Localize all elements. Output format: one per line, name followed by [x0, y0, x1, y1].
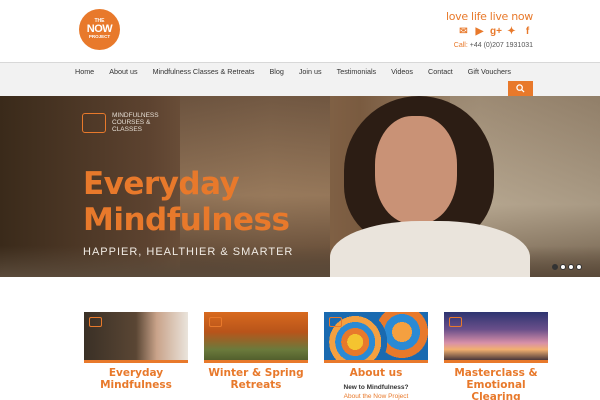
- meditation-icon: [82, 112, 106, 133]
- hero-badge: MINDFULNESS COURSES & CLASSES: [82, 112, 172, 133]
- card-title-line1: Winter & Spring: [208, 367, 304, 379]
- card-link[interactable]: About the Now Project: [324, 393, 428, 400]
- nav-item-home[interactable]: Home: [75, 67, 94, 77]
- slider-dot[interactable]: [568, 264, 574, 270]
- logo-line3: PROJECT: [88, 34, 111, 40]
- hero-title-line2: Mindfulness: [83, 202, 290, 238]
- card-title-line2: Emotional Clearing: [466, 379, 526, 400]
- card-image[interactable]: [204, 312, 308, 362]
- meditation-icon: [449, 317, 462, 327]
- nav-item-contact[interactable]: Contact: [428, 67, 453, 77]
- hero-subtitle: HAPPIER, HEALTHIER & SMARTER: [83, 246, 294, 258]
- card-image[interactable]: [84, 312, 188, 362]
- email-icon[interactable]: ✉: [458, 26, 469, 37]
- facebook-icon[interactable]: f: [522, 26, 533, 37]
- google-plus-icon[interactable]: g+: [490, 26, 502, 37]
- card-retreats[interactable]: Winter & Spring Retreats: [204, 310, 308, 400]
- card-title[interactable]: Everyday Mindfulness: [84, 367, 188, 391]
- slider-dot[interactable]: [560, 264, 566, 270]
- slider-dots: [552, 264, 582, 270]
- card-accent-bar: [444, 360, 548, 363]
- hero-title-line1: Everyday: [83, 166, 240, 202]
- youtube-icon[interactable]: ▶: [474, 26, 485, 37]
- card-title-line1: Masterclass &: [454, 367, 538, 379]
- nav-item-videos[interactable]: Videos: [391, 67, 413, 77]
- nav-item-testimonials[interactable]: Testimonials: [337, 67, 377, 77]
- hero-badge-text: MINDFULNESS COURSES & CLASSES: [112, 112, 159, 133]
- nav-item-join[interactable]: Join us: [299, 67, 322, 77]
- nav-item-gift-vouchers[interactable]: Gift Vouchers: [468, 67, 511, 77]
- card-title[interactable]: Masterclass & Emotional Clearing: [444, 367, 548, 400]
- card-title[interactable]: About us: [324, 367, 428, 379]
- nav-item-about[interactable]: About us: [109, 67, 137, 77]
- card-image[interactable]: [444, 312, 548, 362]
- nav-item-classes[interactable]: Mindfulness Classes & Retreats: [153, 67, 255, 77]
- phone-number[interactable]: +44 (0)207 1931031: [470, 42, 533, 49]
- meditation-icon: [329, 317, 342, 327]
- search-icon: [516, 84, 525, 93]
- nav-list: Home About us Mindfulness Classes & Retr…: [75, 67, 515, 77]
- site-header: THE NOW PROJECT love life live now ✉ ▶ g…: [0, 0, 600, 62]
- card-accent-bar: [204, 360, 308, 363]
- card-accent-bar: [324, 360, 428, 363]
- hero-title: Everyday Mindfulness: [83, 166, 290, 238]
- search-button[interactable]: [508, 81, 533, 96]
- main-nav: Home About us Mindfulness Classes & Retr…: [0, 62, 600, 96]
- card-masterclass[interactable]: Masterclass & Emotional Clearing: [444, 310, 548, 400]
- card-image[interactable]: [324, 312, 428, 362]
- phone-contact: Call: +44 (0)207 1931031: [454, 42, 533, 49]
- meditation-icon: [209, 317, 222, 327]
- now-project-logo[interactable]: THE NOW PROJECT: [79, 9, 120, 50]
- social-icons: ✉ ▶ g+ ✦ f: [458, 26, 533, 37]
- card-subtitle: New to Mindfulness?: [343, 384, 409, 391]
- phone-label: Call:: [453, 42, 468, 49]
- twitter-icon[interactable]: ✦: [506, 26, 517, 37]
- card-title-line2: Mindfulness: [100, 379, 172, 391]
- card-about-us[interactable]: About us New to Mindfulness? About the N…: [324, 310, 428, 400]
- slider-dot[interactable]: [576, 264, 582, 270]
- card-title[interactable]: Winter & Spring Retreats: [204, 367, 308, 391]
- card-title-line2: Retreats: [230, 379, 282, 391]
- feature-cards: Everyday Mindfulness Winter & Spring Ret…: [0, 277, 600, 400]
- tagline: love life live now: [446, 10, 533, 23]
- nav-item-blog[interactable]: Blog: [269, 67, 283, 77]
- meditation-icon: [89, 317, 102, 327]
- card-title-line1: About us: [349, 367, 403, 379]
- slider-dot[interactable]: [552, 264, 558, 270]
- card-title-line1: Everyday: [108, 367, 164, 379]
- hero-woman-body: [330, 221, 530, 277]
- card-accent-bar: [84, 360, 188, 363]
- hero-woman-face: [375, 116, 457, 224]
- card-everyday-mindfulness[interactable]: Everyday Mindfulness: [84, 310, 188, 400]
